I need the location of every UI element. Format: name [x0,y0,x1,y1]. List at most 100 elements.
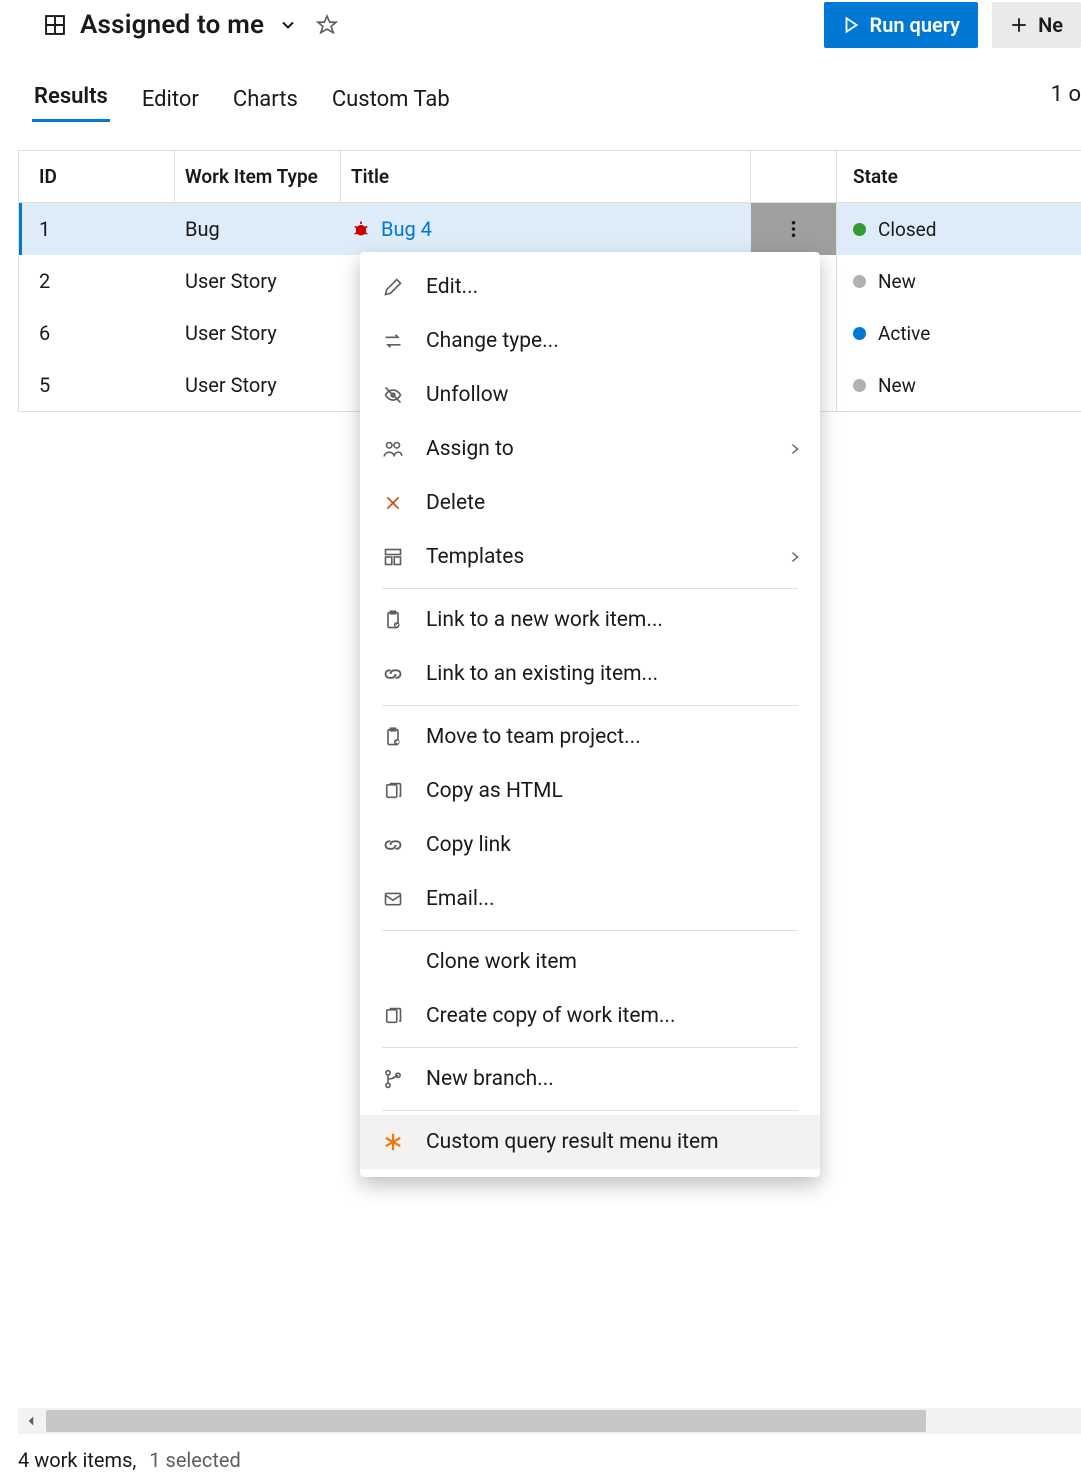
menu-label: Edit... [426,275,478,299]
menu-assign-to[interactable]: Assign to [360,422,820,476]
cell-type: User Story [175,359,341,411]
menu-new-branch[interactable]: New branch... [360,1052,820,1106]
menu-separator [382,705,798,706]
table-header-row: ID Work Item Type Title State [19,151,1081,203]
new-item-button[interactable]: Ne [992,2,1081,48]
cell-id: 6 [19,307,175,359]
menu-label: New branch... [426,1067,554,1091]
tab-results[interactable]: Results [32,84,110,122]
unfollow-icon [382,385,404,405]
menu-clone[interactable]: Clone work item [360,935,820,989]
results-counter: 1 o [1051,82,1081,107]
link-icon [382,664,404,684]
menu-delete[interactable]: Delete [360,476,820,530]
new-item-label: Ne [1038,13,1063,37]
state-label: New [878,374,916,397]
status-bar: 4 work items, 1 selected [18,1448,241,1472]
clipboard-arrow-icon [382,727,404,747]
menu-label: Email... [426,887,495,911]
tab-charts[interactable]: Charts [231,87,300,122]
menu-templates[interactable]: Templates [360,530,820,584]
selected-count: 1 selected [149,1448,241,1472]
asterisk-icon [382,1131,404,1153]
cell-id: 1 [19,203,175,255]
copy-icon [382,781,404,801]
cell-type: Bug [175,203,341,255]
menu-create-copy[interactable]: Create copy of work item... [360,989,820,1043]
horizontal-scrollbar[interactable] [18,1408,1081,1434]
chevron-down-icon[interactable] [278,15,298,35]
clipboard-icon [382,610,404,630]
grid-view-icon[interactable] [44,14,66,36]
page-header: Assigned to me Run query Ne [0,0,1081,58]
table-row[interactable]: 1 Bug Bug 4 Closed [19,203,1081,255]
row-more-button[interactable] [751,203,837,255]
cell-state: New [837,359,1081,411]
chevron-right-icon [788,442,802,456]
menu-label: Unfollow [426,383,508,407]
work-item-title-link[interactable]: Bug 4 [381,217,432,241]
template-icon [382,547,404,567]
menu-move-team-project[interactable]: Move to team project... [360,710,820,764]
cell-type: User Story [175,307,341,359]
menu-email[interactable]: Email... [360,872,820,926]
col-header-title[interactable]: Title [341,151,751,202]
menu-label: Templates [426,545,524,569]
menu-label: Link to an existing item... [426,662,658,686]
menu-separator [382,1047,798,1048]
state-dot-icon [853,379,866,392]
people-icon [382,439,404,459]
menu-copy-html[interactable]: Copy as HTML [360,764,820,818]
cell-id: 2 [19,255,175,307]
state-label: New [878,270,916,293]
bug-icon [351,219,371,239]
col-header-state[interactable]: State [837,151,1081,202]
menu-custom-query-result[interactable]: Custom query result menu item [360,1115,820,1169]
col-header-id[interactable]: ID [19,151,175,202]
swap-icon [382,331,404,351]
menu-unfollow[interactable]: Unfollow [360,368,820,422]
menu-label: Link to a new work item... [426,608,663,632]
mail-icon [382,889,404,909]
state-dot-icon [853,327,866,340]
menu-label: Move to team project... [426,725,641,749]
menu-label: Clone work item [426,950,577,974]
menu-link-existing[interactable]: Link to an existing item... [360,647,820,701]
menu-label: Change type... [426,329,559,353]
branch-icon [382,1069,404,1089]
scroll-left-icon[interactable] [18,1408,44,1434]
menu-label: Assign to [426,437,514,461]
copy-icon [382,1006,404,1026]
run-query-button[interactable]: Run query [824,2,979,48]
menu-separator [382,1110,798,1111]
tab-editor[interactable]: Editor [140,87,201,122]
item-count: 4 work items, [18,1448,136,1472]
col-header-type[interactable]: Work Item Type [175,151,341,202]
cell-id: 5 [19,359,175,411]
menu-edit[interactable]: Edit... [360,260,820,314]
chevron-right-icon [788,550,802,564]
cell-state: New [837,255,1081,307]
menu-label: Create copy of work item... [426,1004,676,1028]
menu-label: Copy as HTML [426,779,563,803]
cell-state: Active [837,307,1081,359]
scroll-thumb[interactable] [46,1410,926,1432]
menu-change-type[interactable]: Change type... [360,314,820,368]
menu-link-new[interactable]: Link to a new work item... [360,593,820,647]
cell-state: Closed [837,203,1081,255]
edit-icon [382,277,404,297]
more-icon [791,219,796,239]
state-dot-icon [853,275,866,288]
link-icon [382,835,404,855]
cell-title[interactable]: Bug 4 [341,203,751,255]
run-query-label: Run query [870,13,961,37]
work-item-context-menu: Edit... Change type... Unfollow Assign t… [360,252,820,1177]
state-dot-icon [853,223,866,236]
favorite-star-icon[interactable] [316,14,338,36]
tab-custom-tab[interactable]: Custom Tab [330,87,452,122]
tabs-bar: Results Editor Charts Custom Tab 1 o [0,58,1081,122]
state-label: Closed [878,218,936,241]
col-header-menu [751,151,837,202]
query-title[interactable]: Assigned to me [80,10,264,40]
menu-copy-link[interactable]: Copy link [360,818,820,872]
